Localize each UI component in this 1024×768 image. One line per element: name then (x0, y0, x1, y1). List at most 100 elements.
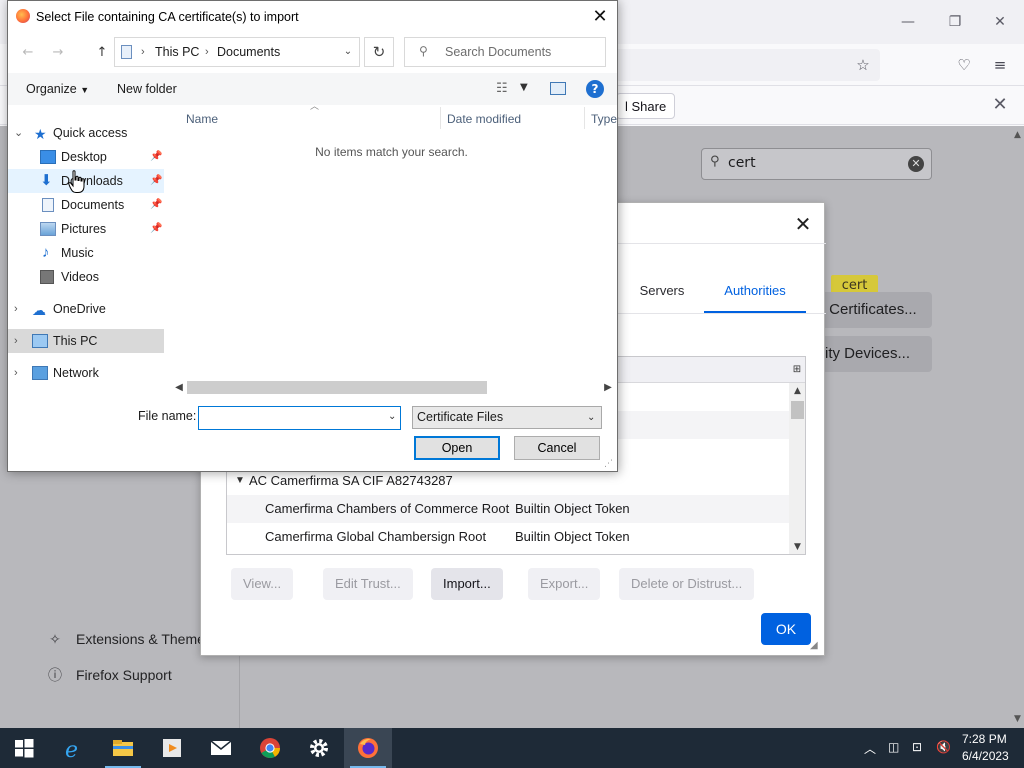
help-icon[interactable]: ? (586, 80, 604, 98)
volume-muted-icon[interactable]: 🔇 (936, 740, 951, 754)
breadcrumb-documents[interactable]: Documents (217, 38, 280, 66)
chevron-down-icon[interactable]: ⌄ (388, 411, 396, 422)
sidebar-item-desktop[interactable]: Desktop 📌 (8, 145, 164, 169)
close-icon[interactable]: ✕ (791, 212, 815, 236)
clear-search-icon[interactable]: ✕ (908, 156, 924, 172)
sidebar-item-this-pc[interactable]: › This PC (8, 329, 164, 353)
scroll-up-icon[interactable]: ▲ (789, 383, 805, 399)
pin-icon: 📌 (150, 199, 163, 210)
sidebar-item-videos[interactable]: Videos (8, 265, 164, 289)
network-icon[interactable]: ⊡ (912, 740, 922, 754)
taskbar-chrome[interactable] (246, 728, 294, 768)
sidebar-item-label: Firefox Support (76, 667, 172, 683)
scroll-up-icon[interactable]: ▲ (1014, 130, 1021, 140)
column-divider[interactable] (440, 107, 441, 129)
minimize-icon[interactable]: — (894, 8, 922, 36)
horizontal-scrollbar[interactable]: ◀ ▶ (171, 379, 616, 396)
tab-authorities[interactable]: Authorities (704, 273, 806, 313)
tab-servers[interactable]: Servers (621, 273, 703, 313)
sidebar-item-quick-access[interactable]: ⌄ ★ Quick access (8, 121, 164, 145)
file-list[interactable]: ︿ Name Date modified Type No items match… (166, 102, 617, 395)
security-devices-button[interactable]: rity Devices... (812, 336, 932, 372)
search-placeholder: Search Documents (445, 45, 552, 59)
organize-button[interactable]: Organize ▼ (26, 80, 89, 98)
table-row[interactable]: Camerfirma Global Chambersign Root Built… (227, 523, 789, 551)
dropdown-caret-icon[interactable]: ▼ (520, 82, 528, 93)
preferences-search[interactable]: ⚲ cert ✕ (701, 148, 932, 180)
chevron-up-icon[interactable]: ︿ (864, 740, 876, 757)
export-button[interactable]: Export... (528, 568, 601, 600)
taskbar-firefox[interactable] (344, 728, 392, 768)
view-button[interactable]: View... (231, 568, 294, 600)
sidebar-item-documents[interactable]: Documents 📌 (8, 193, 164, 217)
refresh-icon[interactable]: ↻ (364, 37, 394, 67)
chevron-right-icon[interactable]: › (14, 297, 18, 321)
sidebar-item-downloads[interactable]: ⬇ Downloads 📌 (8, 169, 164, 193)
page-scrollbar[interactable]: ▲ ▼ (1012, 126, 1024, 728)
column-picker-icon[interactable]: ⊞ (790, 363, 804, 377)
sidebar-item-onedrive[interactable]: › ☁ OneDrive (8, 297, 164, 321)
edit-trust-button[interactable]: Edit Trust... (323, 568, 413, 600)
column-header-type[interactable]: Type (591, 109, 617, 129)
delete-distrust-button[interactable]: Delete or Distrust... (619, 568, 755, 600)
up-arrow-icon[interactable]: ↑ (92, 43, 112, 63)
taskbar-settings[interactable] (295, 728, 343, 768)
resize-grip-icon[interactable]: ◢ (810, 640, 824, 654)
view-options-icon[interactable]: ☷ (496, 81, 508, 96)
ok-button[interactable]: OK (761, 613, 811, 645)
taskbar-internet-explorer[interactable]: e (50, 728, 98, 768)
scroll-left-icon[interactable]: ◀ (171, 379, 187, 396)
resize-grip-icon[interactable]: ⋰ (604, 459, 613, 469)
pocket-icon[interactable]: ♡ (953, 54, 975, 76)
chevron-right-icon[interactable]: › (14, 361, 18, 385)
column-header-date-modified[interactable]: Date modified (447, 109, 521, 129)
start-button[interactable] (0, 728, 48, 768)
close-icon[interactable]: ✕ (588, 5, 612, 29)
sidebar-item-extensions[interactable]: ✧ Extensions & Themes (46, 628, 212, 650)
share-button[interactable]: l Share (616, 93, 676, 119)
table-row[interactable]: Camerfirma Chambers of Commerce Root Bui… (227, 495, 789, 523)
address-bar[interactable]: › This PC › Documents ⌄ (114, 37, 360, 67)
open-button[interactable]: Open (414, 436, 500, 460)
chevron-down-icon[interactable]: ⌄ (341, 38, 355, 66)
sidebar-item-network[interactable]: › Network (8, 361, 164, 385)
import-button[interactable]: Import... (431, 568, 503, 600)
search-input[interactable]: ⚲ Search Documents (404, 37, 606, 67)
restore-icon[interactable]: ❐ (941, 8, 969, 36)
scroll-thumb[interactable] (187, 381, 487, 394)
chevron-right-icon[interactable]: › (14, 329, 18, 353)
search-icon: ⚲ (419, 44, 428, 58)
file-name-input[interactable] (198, 406, 401, 430)
file-type-select[interactable]: Certificate Files ⌄ (412, 406, 602, 429)
preview-pane-icon[interactable] (550, 82, 566, 95)
close-window-icon[interactable]: ✕ (986, 8, 1014, 36)
clock-time[interactable]: 7:28 PM (962, 732, 1007, 746)
breadcrumb-this-pc[interactable]: This PC (155, 38, 199, 66)
sidebar-item-support[interactable]: ⓘ Firefox Support (46, 664, 172, 686)
meet-now-icon[interactable]: ◫ (888, 740, 899, 754)
taskbar-media-player[interactable] (148, 728, 196, 768)
hamburger-menu-icon[interactable]: ≡ (989, 54, 1011, 76)
scroll-right-icon[interactable]: ▶ (600, 379, 616, 396)
forward-arrow-icon[interactable]: → (48, 43, 68, 63)
sidebar-item-pictures[interactable]: Pictures 📌 (8, 217, 164, 241)
scroll-down-icon[interactable]: ▼ (1014, 714, 1021, 724)
new-folder-button[interactable]: New folder (117, 80, 177, 98)
cancel-button[interactable]: Cancel (514, 436, 600, 460)
taskbar-mail[interactable] (197, 728, 245, 768)
taskbar-file-explorer[interactable] (99, 728, 147, 768)
chevron-down-icon[interactable]: ⌄ (14, 121, 23, 145)
url-bar[interactable] (600, 49, 880, 81)
bookmark-star-icon[interactable]: ☆ (852, 54, 874, 76)
notification-close-icon[interactable]: ✕ (988, 93, 1012, 117)
scroll-down-icon[interactable]: ▼ (789, 539, 805, 554)
view-certificates-button[interactable]: r Certificates... (812, 292, 932, 328)
back-arrow-icon[interactable]: ← (18, 43, 38, 63)
tree-scrollbar[interactable]: ▲ ▼ (789, 383, 805, 554)
sidebar-item-music[interactable]: ♪ Music (8, 241, 164, 265)
scroll-thumb[interactable] (791, 401, 804, 419)
column-divider[interactable] (584, 107, 585, 129)
column-header-name[interactable]: Name (186, 109, 218, 129)
clock-date[interactable]: 6/4/2023 (962, 749, 1009, 763)
sort-ascending-icon: ︿ (310, 102, 320, 112)
